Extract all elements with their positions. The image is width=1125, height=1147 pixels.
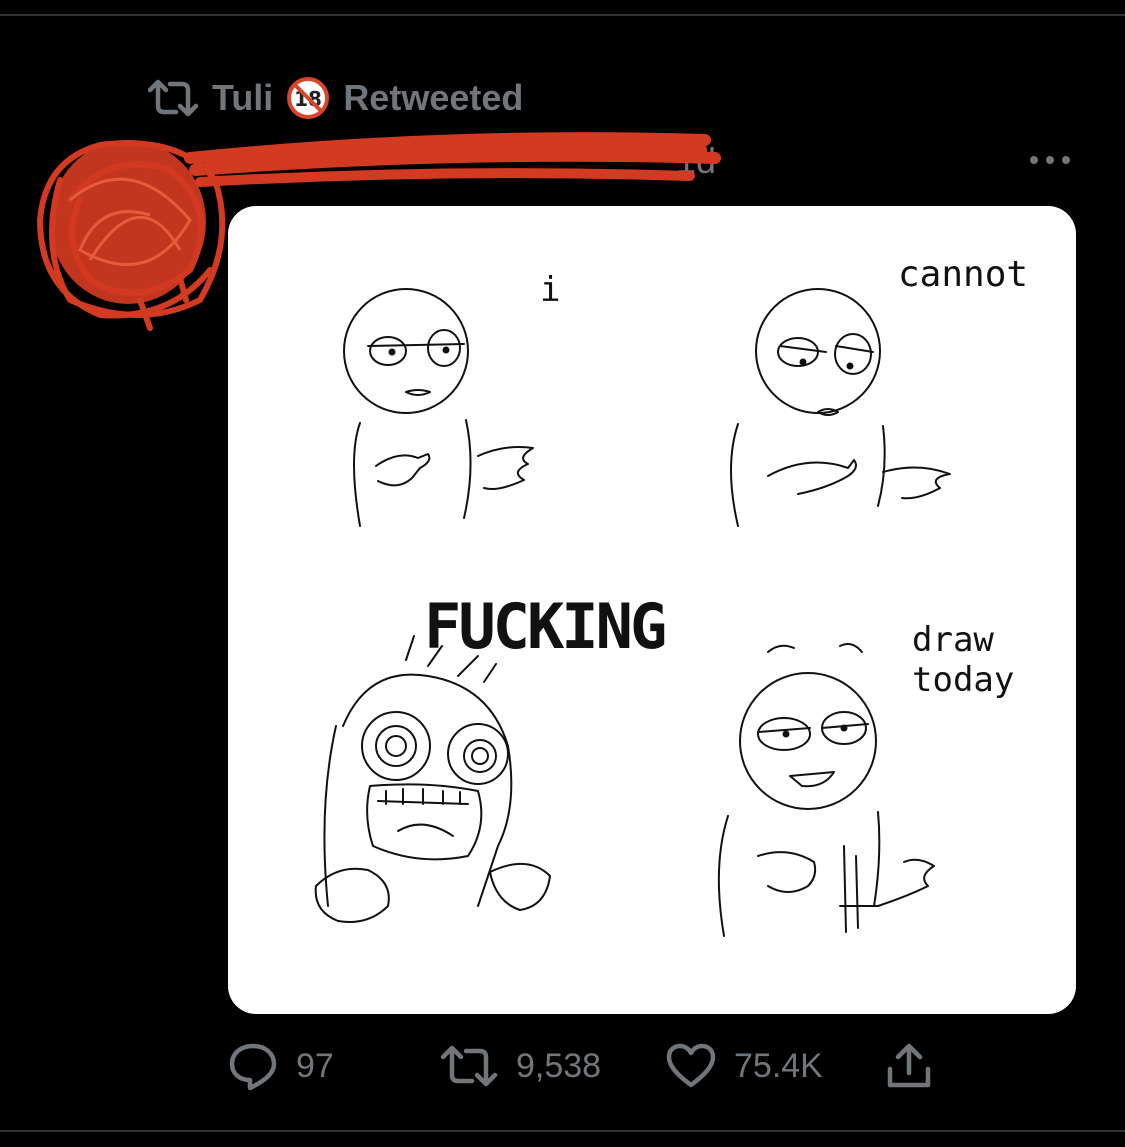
panel-2-text: cannot: [898, 254, 1029, 295]
like-count: 75.4K: [734, 1046, 823, 1085]
panel-4-text: draw today: [912, 620, 1015, 700]
share-button[interactable]: [884, 1038, 934, 1094]
tweet-media-image[interactable]: i cannot FUCKING draw today: [228, 206, 1076, 1014]
reply-button[interactable]: 97: [228, 1038, 334, 1094]
top-divider: [0, 14, 1125, 16]
retweet-button[interactable]: 9,538: [440, 1038, 601, 1094]
tweet-actions: 97 9,538 75.4K: [228, 1038, 968, 1094]
retweet-context: Tuli 18 Retweeted: [148, 76, 523, 120]
retweeted-label: Retweeted: [343, 77, 524, 118]
retweet-icon: [148, 78, 198, 118]
retweeter-name[interactable]: Tuli: [212, 77, 273, 119]
reply-icon: [229, 1043, 277, 1090]
like-button[interactable]: 75.4K: [666, 1038, 823, 1094]
no-under-18-icon: 18: [287, 77, 330, 119]
heart-icon: [666, 1043, 716, 1088]
reply-count: 97: [296, 1046, 334, 1085]
share-icon: [887, 1043, 931, 1088]
retweet-count: 9,538: [516, 1046, 602, 1085]
tweet-timestamp[interactable]: 1d: [676, 140, 716, 182]
more-horizontal-icon[interactable]: [1026, 150, 1074, 170]
panel-1-text: i: [540, 270, 561, 310]
bottom-divider: [0, 1130, 1125, 1132]
panel-3-text: FUCKING: [424, 590, 667, 663]
retweet-icon: [440, 1045, 498, 1087]
